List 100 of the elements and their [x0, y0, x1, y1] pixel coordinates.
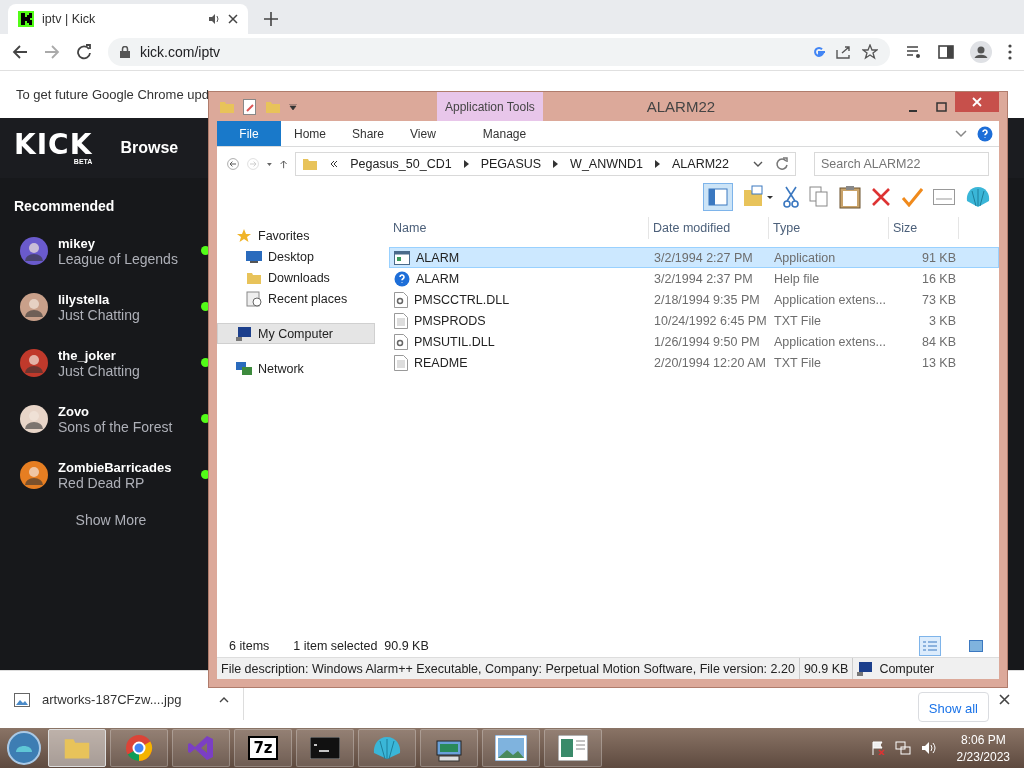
- properties-icon[interactable]: [243, 98, 257, 115]
- dropdown-icon[interactable]: [289, 103, 297, 110]
- channel-item[interactable]: mikey League of Legends: [14, 228, 208, 274]
- column-header[interactable]: Type: [769, 217, 889, 239]
- show-more-link[interactable]: Show More: [75, 512, 147, 528]
- address-field[interactable]: Pegasus_50_CD1 PEGASUS W_ANWND1 ALARM22: [295, 152, 796, 176]
- channel-item[interactable]: Zovo Sons of the Forest: [14, 396, 208, 442]
- file-row[interactable]: README 2/20/1994 12:20 AM TXT File 13 KB: [389, 352, 999, 373]
- breadcrumb-item[interactable]: PEGASUS: [480, 157, 542, 171]
- refresh-icon[interactable]: [775, 157, 789, 171]
- console-icon: [310, 737, 340, 759]
- cut-icon[interactable]: [783, 186, 799, 208]
- file-row[interactable]: PMSUTIL.DLL 1/26/1994 9:50 PM Application extens... 84 KB: [389, 331, 999, 352]
- address-bar[interactable]: kick.com/iptv: [108, 38, 890, 66]
- copy-icon[interactable]: [809, 186, 829, 208]
- column-header[interactable]: Name: [389, 217, 649, 239]
- side-panel-icon[interactable]: [938, 45, 954, 59]
- text-file-icon: [394, 354, 408, 371]
- channel-item[interactable]: ZombieBarricades Red Dead RP: [14, 452, 208, 498]
- channel-category: League of Legends: [58, 250, 178, 267]
- checkmark-icon[interactable]: [901, 187, 923, 207]
- ribbon-tab[interactable]: Manage: [454, 121, 555, 146]
- folder-options-icon[interactable]: [743, 185, 773, 209]
- ribbon-tab[interactable]: Share: [339, 121, 398, 146]
- file-row[interactable]: ALARM 3/2/1994 2:27 PM Application 91 KB: [389, 247, 999, 268]
- close-icon: [972, 97, 982, 107]
- delete-icon[interactable]: [871, 187, 891, 207]
- breadcrumb-item[interactable]: W_ANWND1: [570, 157, 643, 171]
- column-header[interactable]: Date modified: [649, 217, 769, 239]
- channel-item[interactable]: lilystella Just Chatting: [14, 284, 208, 330]
- nav-item[interactable]: Recent places: [217, 288, 375, 309]
- maximize-icon: [935, 101, 947, 112]
- gear-file-icon: [394, 333, 408, 350]
- dropdown-icon[interactable]: [753, 161, 763, 167]
- photo-viewer-icon: [495, 735, 527, 761]
- type-cell-text: Help file: [773, 271, 821, 286]
- breadcrumb-item[interactable]: ALARM22: [672, 157, 729, 171]
- google-icon[interactable]: [812, 45, 826, 59]
- reload-icon[interactable]: [76, 44, 92, 60]
- paste-icon[interactable]: [839, 185, 861, 209]
- file-name: PMSUTIL.DLL: [414, 334, 495, 349]
- profile-icon[interactable]: [970, 41, 992, 63]
- column-header[interactable]: Size: [889, 217, 959, 239]
- preview-pane-icon[interactable]: [703, 183, 733, 211]
- nav-link[interactable]: Browse: [120, 139, 179, 157]
- share-icon[interactable]: [836, 45, 852, 59]
- monitor-icon: [246, 249, 262, 264]
- nav-item[interactable]: Downloads: [217, 267, 375, 288]
- shell-icon[interactable]: [965, 186, 991, 208]
- close-button[interactable]: [955, 92, 999, 112]
- channel-item[interactable]: the_joker Just Chatting: [14, 340, 208, 386]
- media-icon[interactable]: [906, 45, 922, 59]
- nav-item[interactable]: Favorites: [217, 225, 375, 246]
- file-size: 90.9 KB: [799, 658, 854, 679]
- properties-icon[interactable]: [933, 189, 955, 205]
- dropdown-icon[interactable]: [267, 161, 272, 167]
- file-row[interactable]: PMSPRODS 10/24/1992 6:45 PM TXT File 3 KB: [389, 310, 999, 331]
- close-icon[interactable]: [999, 694, 1010, 705]
- file-name: README: [414, 355, 468, 370]
- breadcrumb-arrow-icon: [655, 160, 660, 168]
- network-icon[interactable]: [894, 741, 911, 755]
- file-name: artworks-187CFzw....jpg: [42, 692, 182, 707]
- menu-icon[interactable]: [1008, 44, 1012, 60]
- taskbar-button[interactable]: 7z: [234, 729, 292, 767]
- channel-category: Sons of the Forest: [58, 418, 173, 435]
- clock[interactable]: 8:06 PM 2/23/2023: [946, 732, 1020, 764]
- window-icon: [394, 250, 410, 265]
- ribbon-tab[interactable]: View: [397, 121, 449, 146]
- ribbon-tab[interactable]: Home: [281, 121, 339, 146]
- file-row[interactable]: ALARM 3/2/1994 2:37 PM Help file 16 KB: [389, 268, 999, 289]
- nav-item[interactable]: Network: [217, 358, 375, 379]
- volume-icon[interactable]: [920, 741, 937, 755]
- flag-icon[interactable]: [870, 741, 885, 755]
- file-row[interactable]: PMSCCTRL.DLL 2/18/1994 9:35 PM Application extens... 73 KB: [389, 289, 999, 310]
- nav-item[interactable]: My Computer: [217, 323, 375, 344]
- browser-tab[interactable]: iptv | Kick: [8, 4, 248, 34]
- tab-title: iptv | Kick: [42, 12, 96, 26]
- back-icon[interactable]: [12, 44, 28, 60]
- close-icon[interactable]: [228, 14, 238, 24]
- section-title: Recommended: [14, 198, 116, 214]
- breadcrumb-item[interactable]: Pegasus_50_CD1: [350, 157, 452, 171]
- minimize-icon: [909, 109, 917, 112]
- expand-ribbon-icon[interactable]: [955, 129, 967, 138]
- start-orb-icon[interactable]: [4, 730, 44, 766]
- zone-label: Computer: [879, 661, 935, 676]
- context-tab-label: Application Tools: [437, 92, 543, 121]
- text-file-icon: [394, 312, 408, 329]
- new-tab-icon[interactable]: [264, 12, 278, 26]
- star-icon[interactable]: [862, 44, 878, 60]
- help-icon: [394, 270, 410, 287]
- search-field[interactable]: Search ALARM22: [814, 152, 989, 176]
- show-all-button[interactable]: Show all: [917, 692, 989, 722]
- help-icon[interactable]: [977, 125, 993, 142]
- date-cell-text: 2/20/1994 12:20 AM: [653, 355, 767, 370]
- date-cell-text: 2/18/1994 9:35 PM: [653, 292, 761, 307]
- caret-icon[interactable]: [219, 696, 229, 703]
- shell-icon: [372, 735, 402, 761]
- gear-file-icon: [394, 291, 408, 308]
- nav-item[interactable]: Desktop: [217, 246, 375, 267]
- speaker-icon[interactable]: [208, 13, 220, 25]
